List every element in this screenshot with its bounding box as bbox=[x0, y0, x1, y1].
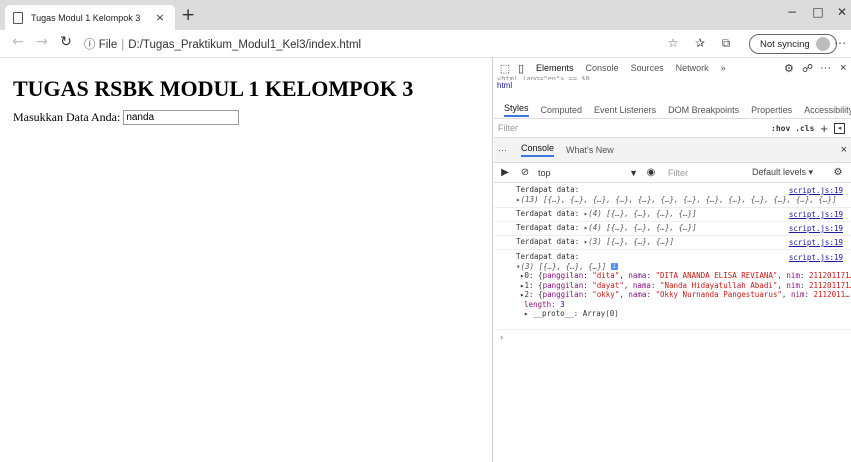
styles-filter-input[interactable]: Filter bbox=[498, 123, 771, 133]
devtools-close-icon[interactable]: × bbox=[840, 62, 846, 74]
array-header[interactable]: ▾(3) [{…}, {…}, {…}] i bbox=[516, 262, 851, 272]
back-icon[interactable]: ← bbox=[8, 34, 28, 50]
log-source-link[interactable]: script.js:19 bbox=[789, 186, 843, 195]
console-message: Terdapat data: ▸(4) [{…}, {…}, {…}, {…}]… bbox=[494, 223, 851, 236]
breadcrumb[interactable]: html bbox=[497, 81, 512, 91]
log-source-link[interactable]: script.js:19 bbox=[789, 238, 843, 247]
log-source-link[interactable]: script.js:19 bbox=[789, 224, 843, 233]
sync-label: Not syncing bbox=[760, 38, 810, 50]
eye-icon[interactable]: ◉ bbox=[644, 167, 658, 178]
levels-dropdown[interactable]: Default levels ▾ bbox=[752, 167, 831, 178]
minimize-icon[interactable]: − bbox=[784, 5, 800, 19]
devtools-more-icon[interactable]: ··· bbox=[820, 62, 831, 74]
log-label: Terdapat data: bbox=[516, 223, 580, 232]
avatar bbox=[815, 37, 830, 51]
tab-computed[interactable]: Computed bbox=[541, 105, 583, 115]
url-scheme: File bbox=[98, 39, 118, 51]
console-message: Terdapat data: ▸(13) [{…}, {…}, {…}, {…}… bbox=[494, 185, 851, 208]
page-icon bbox=[13, 11, 23, 24]
clear-console-icon[interactable]: ⊘ bbox=[518, 167, 532, 178]
log-label: Terdapat data: bbox=[516, 209, 580, 218]
log-array[interactable]: ▸(3) [{…}, {…}, {…}] bbox=[584, 237, 674, 246]
drawer-tab-console[interactable]: Console bbox=[521, 143, 555, 157]
forward-icon[interactable]: → bbox=[32, 34, 52, 50]
devtools-panel: ⬚ ▯ Elements Console Sources Network » ⚙… bbox=[494, 58, 851, 462]
tab-console[interactable]: Console bbox=[586, 63, 619, 73]
console-toolbar: ▶ ⊘ top ▼ ◉ Filter Default levels ▾ ⚙ bbox=[494, 163, 851, 183]
console-settings-icon[interactable]: ⚙ bbox=[831, 167, 845, 178]
info-icon[interactable]: ⓘ bbox=[84, 39, 96, 51]
data-form: Masukkan Data Anda: bbox=[13, 110, 240, 125]
more-icon[interactable]: ⋯ bbox=[832, 36, 848, 50]
sidebar-icon[interactable]: ▶ bbox=[498, 167, 512, 178]
browser-tab-strip: Tugas Modul 1 Kelompok 3 × + − □ ✕ bbox=[0, 0, 851, 30]
array-entry[interactable]: ▸1: {panggilan: "dayat", nama: "Nanda Hi… bbox=[516, 281, 851, 291]
context-value: top bbox=[538, 167, 551, 178]
hov-cls-toggle[interactable]: :hov .cls bbox=[771, 124, 814, 133]
console-prompt[interactable]: › bbox=[500, 332, 503, 342]
tab-title: Tugas Modul 1 Kelompok 3 bbox=[31, 12, 141, 23]
drawer-close-icon[interactable]: × bbox=[841, 144, 847, 156]
info-badge-icon: i bbox=[610, 263, 618, 270]
tab-close-icon[interactable]: × bbox=[153, 11, 167, 24]
remote-icon[interactable]: ☍ bbox=[802, 62, 813, 75]
array-proto[interactable]: ▸ __proto__: Array(0) bbox=[516, 309, 851, 319]
data-input[interactable] bbox=[123, 110, 240, 125]
new-tab-icon[interactable]: + bbox=[181, 5, 195, 25]
tab-network[interactable]: Network bbox=[676, 63, 709, 73]
tab-accessibility[interactable]: Accessibility bbox=[804, 105, 851, 115]
drawer-menu-icon[interactable]: ⋯ bbox=[498, 145, 507, 156]
url-text: D:/Tugas_Praktikum_Modul1_Kel3/index.htm… bbox=[128, 39, 362, 51]
page-heading: TUGAS RSBK MODUL 1 KELOMPOK 3 bbox=[13, 76, 414, 101]
array-entry[interactable]: ▸0: {panggilan: "dita", nama: "DITA ANAN… bbox=[516, 271, 851, 281]
device-toolbar-icon[interactable]: ▯ bbox=[514, 62, 528, 75]
log-array[interactable]: ▸(13) [{…}, {…}, {…}, {…}, {…}, {…}, {…}… bbox=[516, 195, 851, 205]
array-entry[interactable]: ▸2: {panggilan: "okky", nama: "Okky Nurn… bbox=[516, 290, 851, 300]
console-message-expanded: Terdapat data: script.js:19 ▾(3) [{…}, {… bbox=[494, 252, 851, 330]
input-label: Masukkan Data Anda: bbox=[13, 110, 121, 124]
favorites-icon[interactable]: ✰ bbox=[692, 36, 708, 50]
tab-properties[interactable]: Properties bbox=[751, 105, 792, 115]
more-tabs-icon[interactable]: » bbox=[721, 63, 726, 73]
array-length: length: 3 bbox=[524, 299, 565, 309]
browser-toolbar: ← → ↻ ⓘ File | D:/Tugas_Praktikum_Modul1_K… bbox=[0, 30, 851, 58]
settings-gear-icon[interactable]: ⚙ bbox=[784, 62, 794, 75]
context-select[interactable]: top ▼ bbox=[538, 168, 638, 178]
log-source-link[interactable]: script.js:19 bbox=[789, 210, 843, 219]
browser-tab[interactable]: Tugas Modul 1 Kelompok 3 × bbox=[5, 5, 175, 30]
console-filter-input[interactable]: Filter bbox=[668, 168, 748, 178]
devtools-tabs: ⬚ ▯ Elements Console Sources Network » ⚙… bbox=[494, 58, 851, 78]
dom-tree-cut-line: <html lang="en"> == $0 bbox=[497, 76, 590, 80]
close-window-icon[interactable]: ✕ bbox=[834, 5, 850, 19]
page-viewport: TUGAS RSBK MODUL 1 KELOMPOK 3 Masukkan D… bbox=[0, 58, 493, 462]
styles-filter-row: Filter :hov .cls + ◂ bbox=[494, 119, 851, 138]
styles-subtabs: Styles Computed Event Listeners DOM Brea… bbox=[494, 101, 851, 119]
reload-icon[interactable]: ↻ bbox=[56, 34, 76, 50]
star-icon[interactable]: ☆ bbox=[665, 36, 681, 50]
tab-dom-breakpoints[interactable]: DOM Breakpoints bbox=[668, 105, 739, 115]
console-message: Terdapat data: ▸(4) [{…}, {…}, {…}, {…}]… bbox=[494, 209, 851, 222]
log-array[interactable]: ▸(4) [{…}, {…}, {…}, {…}] bbox=[584, 209, 697, 218]
tab-elements[interactable]: Elements bbox=[536, 63, 574, 73]
log-array[interactable]: ▸(4) [{…}, {…}, {…}, {…}] bbox=[584, 223, 697, 232]
tab-sources[interactable]: Sources bbox=[631, 63, 664, 73]
drawer-tabs: ⋯ Console What's New × bbox=[494, 138, 851, 163]
new-rule-icon[interactable]: + bbox=[820, 121, 828, 136]
maximize-icon[interactable]: □ bbox=[810, 5, 826, 19]
drawer-tab-whats-new[interactable]: What's New bbox=[566, 145, 614, 155]
chevron-down-icon: ▼ bbox=[629, 167, 638, 178]
sidebar-toggle-icon[interactable]: ◂ bbox=[834, 122, 845, 134]
inspect-icon[interactable]: ⬚ bbox=[498, 62, 512, 75]
console-message: Terdapat data: ▸(3) [{…}, {…}, {…}] scri… bbox=[494, 237, 851, 250]
sync-button[interactable]: Not syncing bbox=[749, 34, 837, 54]
address-bar[interactable]: ⓘ File | D:/Tugas_Praktikum_Modul1_Kel3/in… bbox=[84, 36, 361, 52]
tab-styles[interactable]: Styles bbox=[504, 103, 529, 117]
log-label: Terdapat data: bbox=[516, 237, 580, 246]
log-source-link[interactable]: script.js:19 bbox=[789, 253, 843, 262]
collections-icon[interactable]: ⧉ bbox=[718, 36, 734, 51]
tab-event-listeners[interactable]: Event Listeners bbox=[594, 105, 656, 115]
